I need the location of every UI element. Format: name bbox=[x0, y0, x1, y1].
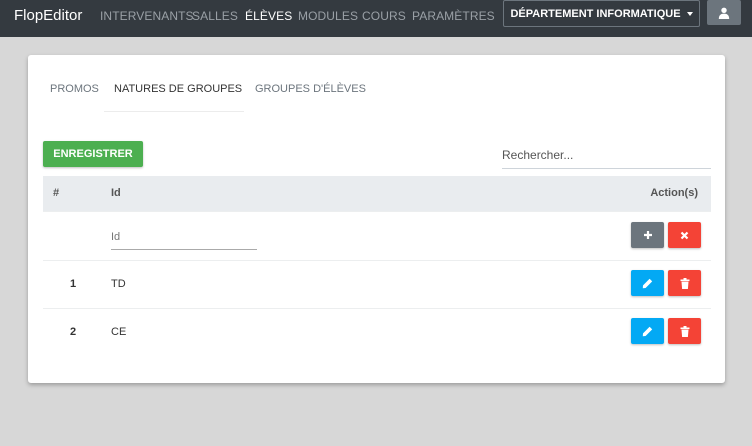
column-header-id[interactable]: Id bbox=[111, 187, 121, 199]
main-card: PROMOS NATURES DE GROUPES GROUPES D'ÉLÈV… bbox=[28, 55, 725, 383]
trash-icon bbox=[680, 325, 689, 337]
plus-icon bbox=[643, 231, 652, 239]
new-id-field bbox=[111, 225, 257, 250]
new-entry-row bbox=[43, 211, 711, 259]
caret-down-icon bbox=[686, 11, 693, 16]
nav-item-eleves[interactable]: ÉLÈVES bbox=[245, 9, 292, 23]
save-button[interactable]: ENREGISTRER bbox=[43, 141, 143, 167]
trash-icon bbox=[680, 277, 689, 289]
pencil-icon bbox=[642, 326, 653, 336]
new-id-input[interactable] bbox=[111, 225, 257, 249]
row-number: 1 bbox=[69, 278, 77, 290]
department-dropdown[interactable]: DÉPARTEMENT INFORMATIQUE bbox=[503, 0, 700, 27]
row-id: TD bbox=[111, 278, 126, 290]
table-header: # Id Action(s) bbox=[43, 176, 711, 211]
table-row: 2 CE bbox=[43, 308, 711, 356]
search-field bbox=[502, 143, 711, 169]
nav-item-parametres[interactable]: PARAMÈTRES bbox=[412, 9, 495, 23]
edit-button[interactable] bbox=[631, 318, 664, 344]
search-input[interactable] bbox=[502, 143, 711, 167]
tab-promos[interactable]: PROMOS bbox=[50, 83, 99, 95]
row-id: CE bbox=[111, 326, 127, 338]
delete-button[interactable] bbox=[668, 318, 701, 344]
add-button[interactable] bbox=[631, 222, 664, 248]
top-navbar: FlopEditor INTERVENANTS SALLES ÉLÈVES MO… bbox=[0, 0, 752, 37]
tab-natures-de-groupes[interactable]: NATURES DE GROUPES bbox=[114, 83, 242, 95]
close-icon bbox=[680, 231, 689, 239]
clear-button[interactable] bbox=[668, 222, 701, 248]
user-menu-button[interactable] bbox=[707, 0, 741, 25]
edit-button[interactable] bbox=[631, 270, 664, 296]
nav-item-modules[interactable]: MODULES bbox=[298, 9, 358, 23]
brand-logo[interactable]: FlopEditor bbox=[14, 7, 82, 24]
column-header-number: # bbox=[53, 187, 60, 199]
pencil-icon bbox=[642, 278, 653, 288]
department-label: DÉPARTEMENT INFORMATIQUE bbox=[510, 7, 681, 20]
nav-item-cours[interactable]: COURS bbox=[362, 9, 406, 23]
nav-item-intervenants[interactable]: INTERVENANTS bbox=[100, 9, 194, 23]
table-row: 1 TD bbox=[43, 260, 711, 308]
delete-button[interactable] bbox=[668, 270, 701, 296]
column-header-actions: Action(s) bbox=[650, 187, 698, 199]
user-icon bbox=[718, 7, 730, 19]
nav-item-salles[interactable]: SALLES bbox=[192, 9, 238, 23]
row-number: 2 bbox=[69, 326, 77, 338]
active-tab-indicator bbox=[104, 111, 244, 112]
tab-groupes-eleves[interactable]: GROUPES D'ÉLÈVES bbox=[255, 83, 366, 95]
